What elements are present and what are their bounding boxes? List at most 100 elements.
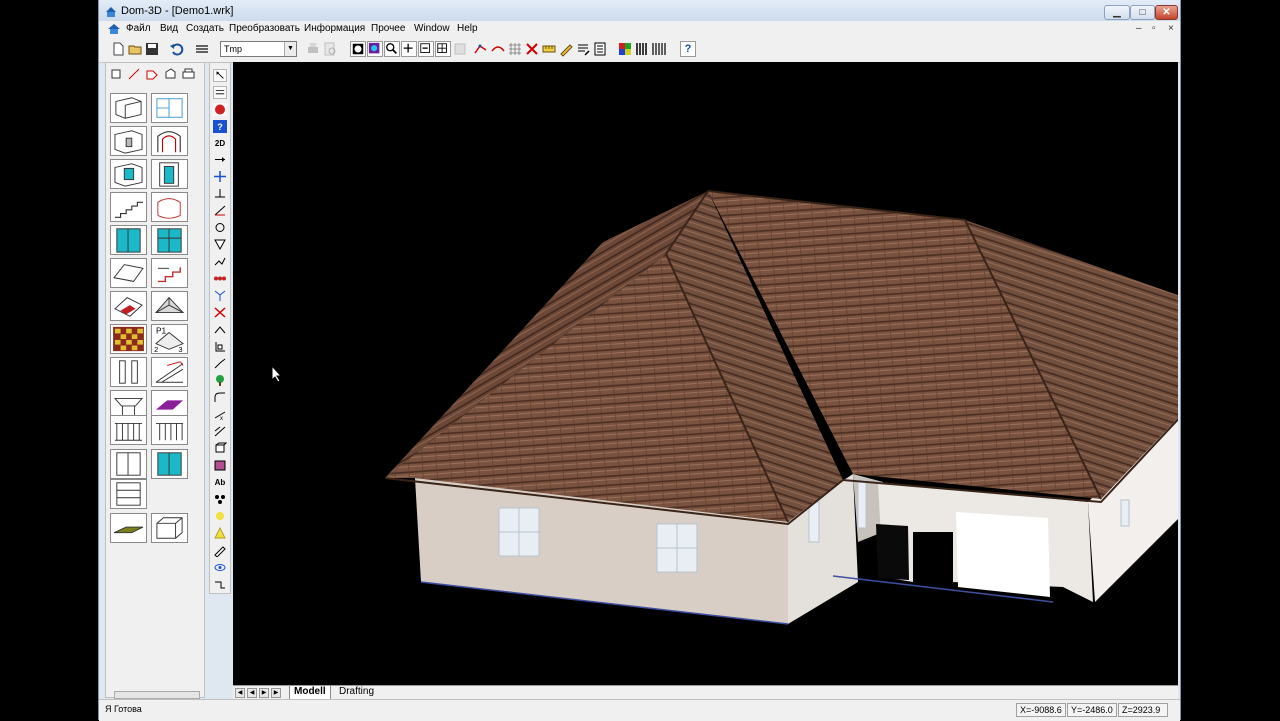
model-3d-viewport[interactable] [233,62,1178,685]
menu-window[interactable]: Window [414,23,450,34]
mdi-restore-button[interactable]: ▫ [1152,23,1156,34]
document-icon[interactable] [107,22,121,36]
mdi-minimize-button[interactable]: – [1136,23,1142,34]
house-roof-tile[interactable] [110,291,147,321]
color-icon[interactable] [367,41,383,57]
menu-help[interactable]: Help [457,23,478,34]
save-icon[interactable] [144,41,160,57]
dimension-icon[interactable]: x [213,408,227,422]
grid-icon[interactable] [507,41,523,57]
help-button[interactable]: ? [680,41,696,57]
maximize-button[interactable]: □ [1130,5,1155,20]
group-icon[interactable] [213,493,227,506]
catalog-tab-objects[interactable] [109,67,124,81]
hip-roof-tile[interactable] [151,291,188,321]
sun-icon[interactable] [213,526,227,540]
offset-icon[interactable] [213,255,227,268]
trim-icon[interactable] [213,204,227,217]
catalog-tab-lines[interactable] [127,67,142,81]
funnel-icon[interactable] [213,238,227,251]
fillet-icon[interactable] [213,391,227,404]
layers-icon[interactable] [194,41,210,57]
railing-tile[interactable] [110,415,147,445]
columns-icon[interactable] [651,41,667,57]
corner-icon[interactable] [213,340,227,353]
texture-grid-tile[interactable] [110,324,147,354]
zoom-all-icon[interactable] [435,41,451,57]
cross-move-icon[interactable] [213,170,227,183]
menu-create[interactable]: Создать [186,23,224,34]
fence-tile[interactable] [151,415,188,445]
tab-drafting[interactable]: Drafting [335,686,378,699]
menu-other[interactable]: Прочее [371,23,405,34]
wardrobe-tile[interactable] [151,449,188,479]
edit-text-icon[interactable] [575,41,591,57]
wall-opening-tile[interactable] [110,126,147,156]
undo-icon[interactable] [169,41,185,57]
record-icon[interactable] [213,103,227,116]
prev-sheet-icon[interactable]: ◀ [247,688,257,698]
hatch-icon[interactable] [634,41,650,57]
layer-select[interactable]: Tmp ▼ [220,41,297,57]
zoom-out-icon[interactable] [418,41,434,57]
pencil-icon[interactable] [558,41,574,57]
column-tile[interactable] [110,357,147,387]
menu-info[interactable]: Информация [304,23,365,34]
open-file-icon[interactable] [127,41,143,57]
erase-icon[interactable] [213,306,227,319]
light-icon[interactable] [213,510,227,523]
array-icon[interactable] [213,272,227,285]
line-tool-icon[interactable] [213,86,227,99]
roof-points-tile[interactable]: P1 2 3 [151,324,188,354]
snap-curve-icon[interactable] [490,41,506,57]
stairs-tile[interactable] [110,192,147,222]
cabinet-tile[interactable] [110,449,147,479]
walk-icon[interactable] [213,578,227,591]
curved-wall-tile[interactable] [151,192,188,222]
snap-point-icon[interactable] [473,41,489,57]
catalog-scrollbar[interactable] [114,691,200,699]
edit-icon[interactable] [213,544,227,558]
minimize-button[interactable]: ▁ [1104,5,1130,20]
print-preview-icon[interactable] [322,41,338,57]
block-icon[interactable] [213,442,228,455]
drawers-tile[interactable] [110,479,147,509]
new-file-icon[interactable] [110,41,126,57]
extend-icon[interactable] [213,323,227,336]
render-icon[interactable] [350,41,366,57]
split-icon[interactable] [213,289,227,302]
menu-transform[interactable]: Преобразовать [229,23,300,34]
tab-modell[interactable]: Modell [289,686,331,700]
select-arrow-icon[interactable] [213,69,227,82]
wall-tool-tile[interactable] [110,93,147,123]
camera-icon[interactable] [213,561,227,574]
menu-view[interactable]: Вид [160,23,178,34]
catalog-tab-tags[interactable] [145,67,160,81]
box-tile[interactable] [151,513,188,543]
palette-icon[interactable] [617,41,633,57]
measure-icon[interactable] [541,41,557,57]
close-button[interactable]: ✕ [1155,5,1178,20]
text-tool-button[interactable]: Ab [213,476,227,489]
floor-plan-tile[interactable] [151,93,188,123]
zoom-in-icon[interactable] [401,41,417,57]
delete-icon[interactable] [524,41,540,57]
zoom-previous-icon[interactable] [452,41,468,57]
tree-icon[interactable] [213,374,227,387]
two-d-view-button[interactable]: 2D [213,137,227,150]
print-icon[interactable] [305,41,321,57]
material-icon[interactable] [213,459,227,472]
first-sheet-icon[interactable]: ◀ [235,688,245,698]
plate-tile[interactable] [110,513,147,543]
zoom-window-icon[interactable] [384,41,400,57]
move-icon[interactable] [213,153,227,166]
window-frame-tile[interactable] [151,225,188,255]
last-sheet-icon[interactable]: ▶ [271,688,281,698]
rotate-icon[interactable] [213,221,227,234]
arch-tile[interactable] [151,126,188,156]
catalog-tab-3d[interactable] [163,67,178,81]
info-help-button[interactable]: ? [213,120,227,133]
list-icon[interactable] [592,41,608,57]
catalog-tab-print[interactable] [181,67,196,81]
glass-door-tile[interactable] [110,225,147,255]
